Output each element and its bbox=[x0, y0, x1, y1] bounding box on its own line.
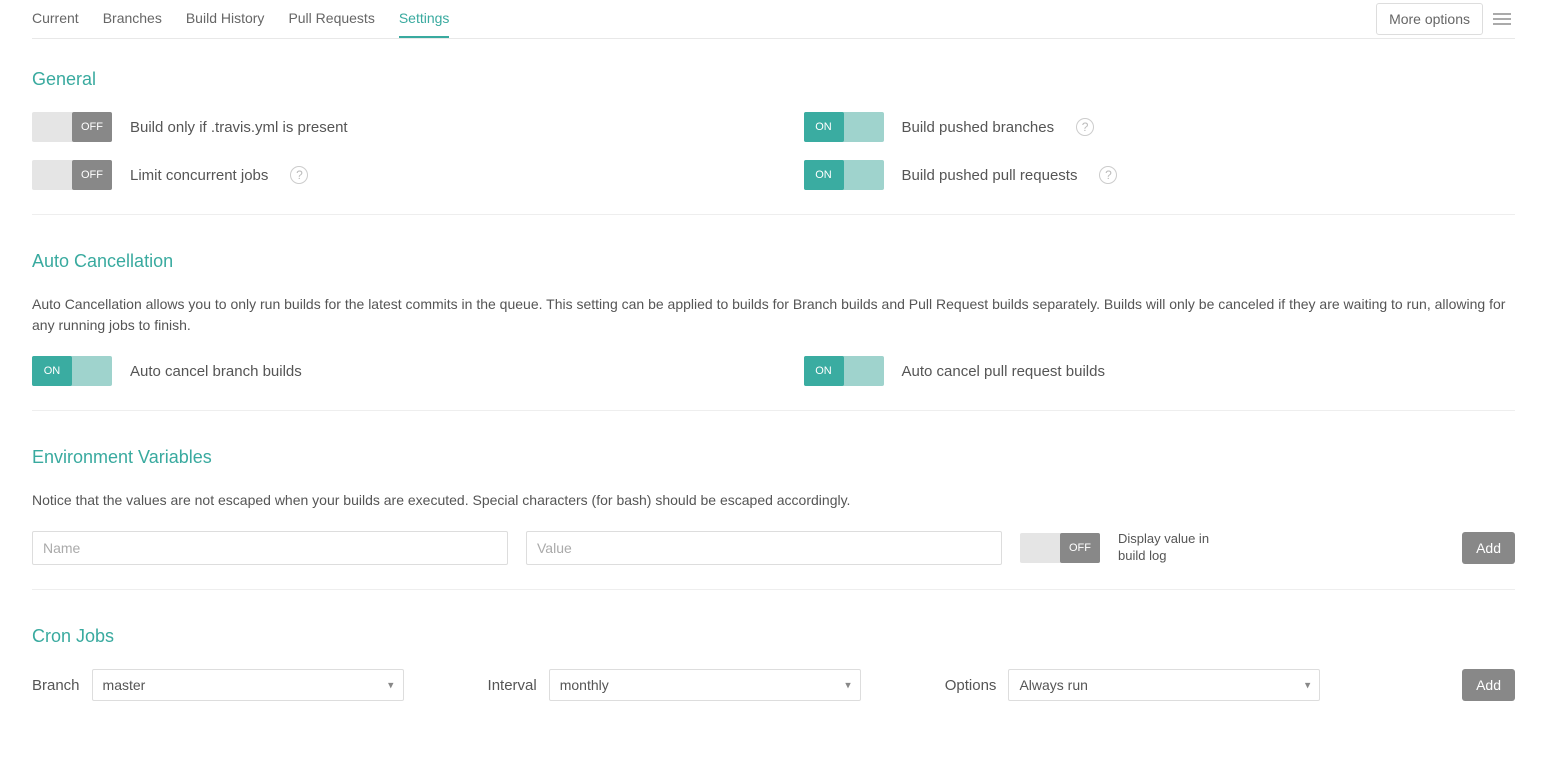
tab-pull-requests[interactable]: Pull Requests bbox=[288, 0, 374, 38]
env-name-input[interactable] bbox=[32, 531, 508, 565]
section-cron-jobs: Cron Jobs Branch master Interval monthly… bbox=[32, 626, 1515, 701]
label-limit-concurrent-jobs: Limit concurrent jobs bbox=[130, 167, 268, 184]
help-icon[interactable]: ? bbox=[290, 166, 308, 184]
toggle-build-pushed-prs[interactable]: ON bbox=[804, 160, 884, 190]
toggle-build-only-travis-yml[interactable]: OFF bbox=[32, 112, 112, 142]
tab-current[interactable]: Current bbox=[32, 0, 79, 38]
cron-input-row: Branch master Interval monthly Options A… bbox=[32, 669, 1515, 701]
cron-title: Cron Jobs bbox=[32, 626, 1515, 647]
toggle-handle-on: ON bbox=[804, 112, 844, 142]
env-value-input[interactable] bbox=[526, 531, 1002, 565]
toggle-handle-off: OFF bbox=[72, 160, 112, 190]
help-icon[interactable]: ? bbox=[1076, 118, 1094, 136]
tab-settings[interactable]: Settings bbox=[399, 0, 450, 38]
label-build-pushed-prs: Build pushed pull requests bbox=[902, 167, 1078, 184]
cron-interval-label: Interval bbox=[488, 677, 537, 694]
label-build-pushed-branches: Build pushed branches bbox=[902, 119, 1055, 136]
toggle-build-pushed-branches[interactable]: ON bbox=[804, 112, 884, 142]
env-description: Notice that the values are not escaped w… bbox=[32, 490, 1515, 511]
cron-interval-select[interactable]: monthly bbox=[549, 669, 861, 701]
cron-options-select[interactable]: Always run bbox=[1008, 669, 1320, 701]
general-title: General bbox=[32, 69, 1515, 90]
cron-branch-select[interactable]: master bbox=[92, 669, 404, 701]
toggle-handle-on: ON bbox=[804, 160, 844, 190]
page-header: Current Branches Build History Pull Requ… bbox=[32, 0, 1515, 39]
setting-auto-cancel-branch: ON Auto cancel branch builds bbox=[32, 356, 744, 386]
toggle-display-value[interactable]: OFF bbox=[1020, 533, 1100, 563]
setting-build-pushed-prs: ON Build pushed pull requests ? bbox=[804, 160, 1516, 190]
env-title: Environment Variables bbox=[32, 447, 1515, 468]
tabs: Current Branches Build History Pull Requ… bbox=[32, 0, 1376, 38]
auto-cancellation-title: Auto Cancellation bbox=[32, 251, 1515, 272]
more-options-group: More options bbox=[1376, 3, 1515, 35]
tab-branches[interactable]: Branches bbox=[103, 0, 162, 38]
menu-icon[interactable] bbox=[1489, 7, 1515, 31]
toggle-handle-off: OFF bbox=[72, 112, 112, 142]
label-build-only-travis-yml: Build only if .travis.yml is present bbox=[130, 119, 348, 136]
setting-build-only-travis-yml: OFF Build only if .travis.yml is present bbox=[32, 112, 744, 142]
toggle-handle-on: ON bbox=[32, 356, 72, 386]
cron-options-label: Options bbox=[945, 677, 997, 694]
toggle-limit-concurrent-jobs[interactable]: OFF bbox=[32, 160, 112, 190]
section-environment-variables: Environment Variables Notice that the va… bbox=[32, 447, 1515, 565]
setting-build-pushed-branches: ON Build pushed branches ? bbox=[804, 112, 1516, 142]
section-general: General OFF Build only if .travis.yml is… bbox=[32, 69, 1515, 190]
auto-cancellation-description: Auto Cancellation allows you to only run… bbox=[32, 294, 1515, 336]
tab-build-history[interactable]: Build History bbox=[186, 0, 265, 38]
cron-branch-label: Branch bbox=[32, 677, 80, 694]
label-auto-cancel-pr: Auto cancel pull request builds bbox=[902, 363, 1105, 380]
toggle-handle-off: OFF bbox=[1060, 533, 1100, 563]
cron-add-button[interactable]: Add bbox=[1462, 669, 1515, 701]
setting-auto-cancel-pr: ON Auto cancel pull request builds bbox=[804, 356, 1516, 386]
toggle-auto-cancel-branch[interactable]: ON bbox=[32, 356, 112, 386]
env-add-button[interactable]: Add bbox=[1462, 532, 1515, 564]
section-auto-cancellation: Auto Cancellation Auto Cancellation allo… bbox=[32, 251, 1515, 386]
toggle-auto-cancel-pr[interactable]: ON bbox=[804, 356, 884, 386]
label-auto-cancel-branch: Auto cancel branch builds bbox=[130, 363, 302, 380]
help-icon[interactable]: ? bbox=[1099, 166, 1117, 184]
more-options-button[interactable]: More options bbox=[1376, 3, 1483, 35]
setting-limit-concurrent-jobs: OFF Limit concurrent jobs ? bbox=[32, 160, 744, 190]
label-display-value: Display value in build log bbox=[1118, 531, 1218, 565]
env-input-row: OFF Display value in build log Add bbox=[32, 531, 1515, 565]
toggle-handle-on: ON bbox=[804, 356, 844, 386]
